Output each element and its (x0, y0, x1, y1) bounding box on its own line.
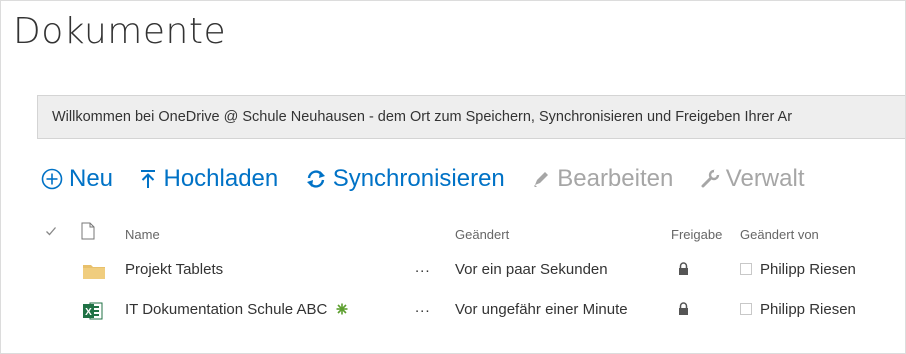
row-name-link[interactable]: Projekt Tablets (125, 261, 223, 278)
excel-file-icon: X (83, 301, 103, 325)
manage-label: Verwalt (725, 165, 805, 192)
svg-text:X: X (85, 307, 92, 318)
upload-icon (141, 170, 156, 188)
upload-label: Hochladen (163, 165, 279, 192)
row-modified-by-name: Philipp Riesen (760, 261, 856, 278)
page-title: Dokumente (13, 11, 227, 52)
lock-icon (678, 262, 689, 279)
new-label: Neu (69, 165, 114, 192)
more-options-button[interactable]: ... (415, 299, 431, 316)
row-modified: Vor ungefähr einer Minute (455, 301, 628, 318)
wrench-icon (701, 169, 719, 188)
table-row[interactable]: Projekt Tablets ... Vor ein paar Sekunde… (1, 251, 905, 289)
more-options-button[interactable]: ... (415, 259, 431, 276)
welcome-banner: Willkommen bei OneDrive @ Schule Neuhaus… (37, 95, 905, 139)
edit-button[interactable]: Bearbeiten (531, 165, 673, 193)
presence-indicator (740, 263, 752, 276)
row-name: IT Dokumentation Schule ABC (125, 301, 328, 318)
folder-icon (83, 263, 105, 283)
file-type-icon (81, 222, 95, 243)
new-item-icon (336, 303, 348, 315)
column-header-modified-by[interactable]: Geändert von (740, 227, 819, 242)
table-row[interactable]: X IT Dokumentation Schule ABC ... Vor un… (1, 291, 905, 329)
lock-icon (678, 302, 689, 319)
row-modified-by-name: Philipp Riesen (760, 301, 856, 318)
pencil-icon (534, 172, 549, 187)
upload-button[interactable]: Hochladen (139, 165, 278, 193)
row-name-link[interactable]: IT Dokumentation Schule ABC (125, 301, 348, 318)
column-header-modified[interactable]: Geändert (455, 227, 509, 242)
document-library-frame: Dokumente Willkommen bei OneDrive @ Schu… (0, 0, 906, 354)
column-header-name[interactable]: Name (125, 227, 160, 242)
sync-icon (306, 170, 325, 188)
select-all-checkmark-icon[interactable] (45, 225, 57, 240)
sync-label: Synchronisieren (332, 165, 505, 192)
sync-button[interactable]: Synchronisieren (305, 165, 505, 193)
edit-label: Bearbeiten (557, 165, 674, 192)
new-button[interactable]: Neu (41, 165, 113, 193)
column-header-sharing[interactable]: Freigabe (671, 227, 722, 242)
manage-button[interactable]: Verwalt (700, 165, 805, 193)
presence-indicator (740, 303, 752, 316)
plus-circle-icon (41, 168, 63, 190)
row-modified-by[interactable]: Philipp Riesen (740, 301, 856, 318)
command-bar: Neu Hochladen Synchronisieren Bearbeiten… (41, 165, 826, 201)
row-modified: Vor ein paar Sekunden (455, 261, 608, 278)
row-modified-by[interactable]: Philipp Riesen (740, 261, 856, 278)
